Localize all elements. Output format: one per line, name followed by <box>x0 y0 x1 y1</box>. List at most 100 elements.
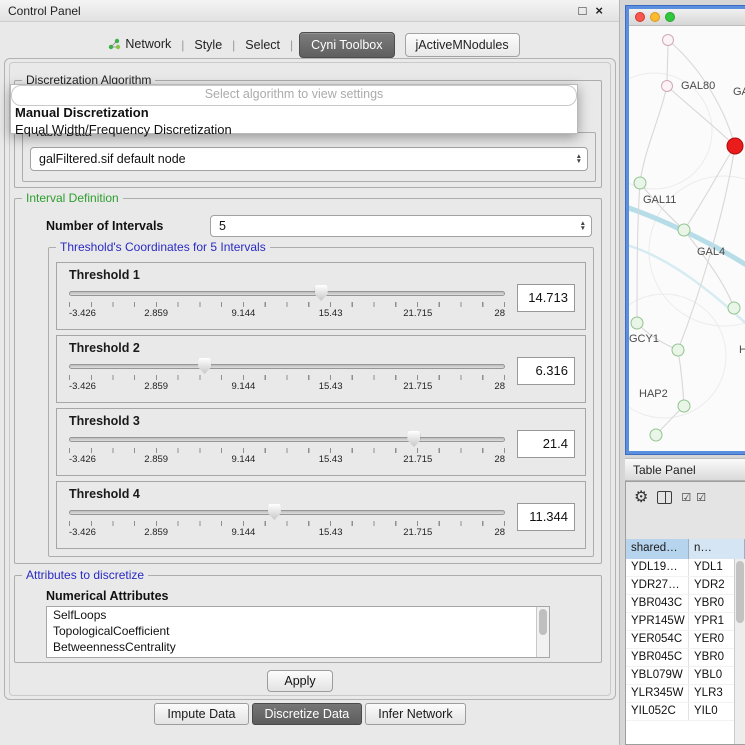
tab-label: Style <box>194 38 222 52</box>
close-icon[interactable]: × <box>595 4 603 17</box>
slider-scale-label: 28 <box>494 527 505 538</box>
threshold-row: -3.4262.8599.14415.4321.71528 21.4 <box>69 429 575 469</box>
table-row[interactable]: YBR043CYBR0 <box>626 595 734 613</box>
threshold-slider[interactable]: -3.4262.8599.14415.4321.71528 <box>69 502 505 542</box>
network-node-green[interactable] <box>672 344 685 357</box>
table-row[interactable]: YDR27…YDR2 <box>626 577 734 595</box>
threshold-box: Threshold 4-3.4262.8599.14415.4321.71528… <box>56 481 586 549</box>
number-of-intervals-label: Number of Intervals <box>46 219 163 233</box>
checkbox-select-icons[interactable]: ☑ ☑ <box>681 491 707 504</box>
table-scrollbar-thumb[interactable] <box>736 561 744 623</box>
apply-button[interactable]: Apply <box>267 670 333 692</box>
network-node-green[interactable] <box>634 177 647 190</box>
table-cell: YER0 <box>689 631 734 648</box>
slider-thumb[interactable] <box>315 285 328 301</box>
slider-ticks <box>69 375 505 380</box>
slider-scale-label: 2.859 <box>144 527 168 538</box>
interval-definition-group-title: Interval Definition <box>22 191 123 205</box>
threshold-row: -3.4262.8599.14415.4321.7152811.344 <box>69 502 575 542</box>
table-row[interactable]: YDL19…YDL1 <box>626 559 734 577</box>
slider-ticks <box>69 448 505 453</box>
slider-scale-label: 15.43 <box>319 454 343 465</box>
list-scrollbar-thumb[interactable] <box>539 609 547 635</box>
table-cell: YIL0 <box>689 703 734 720</box>
network-node-green[interactable] <box>678 400 691 413</box>
tab-cyni-toolbox[interactable]: Cyni Toolbox <box>299 32 394 58</box>
float-window-icon[interactable]: □ <box>579 4 587 17</box>
attribute-item[interactable]: SelfLoops <box>47 607 549 623</box>
control-panel: Control Panel □ × Network|Style|Select|C… <box>0 0 620 745</box>
slider-thumb[interactable] <box>407 431 420 447</box>
screen: Control Panel □ × Network|Style|Select|C… <box>0 0 745 745</box>
network-node-label: HAP2 <box>639 388 668 400</box>
network-node-green[interactable] <box>650 429 663 442</box>
stepper-down-icon: ▼ <box>580 226 586 231</box>
algorithm-placeholder[interactable]: Select algorithm to view settings <box>11 85 577 104</box>
threshold-value-field[interactable]: 6.316 <box>517 357 575 385</box>
network-canvas[interactable]: GAL80GAGAL11GAL4GCY1HHAP2 <box>629 26 745 451</box>
threshold-value-field[interactable]: 21.4 <box>517 430 575 458</box>
network-node-pink[interactable] <box>661 80 673 92</box>
columns-icon[interactable] <box>657 491 672 504</box>
threshold-value-field[interactable]: 14.713 <box>517 284 575 312</box>
zoom-traffic-light-icon[interactable] <box>665 12 675 22</box>
threshold-slider[interactable]: -3.4262.8599.14415.4321.71528 <box>69 356 505 396</box>
bottom-tab-infer-network[interactable]: Infer Network <box>365 703 465 725</box>
algorithm-option-equal-width-frequency[interactable]: Equal Width/Frequency Discretization <box>11 121 577 138</box>
table-row[interactable]: YPR145WYPR1 <box>626 613 734 631</box>
attribute-item[interactable]: TopologicalCoefficient <box>47 623 549 639</box>
threshold-box: Threshold 1-3.4262.8599.14415.4321.71528… <box>56 262 586 330</box>
stepper-icon: ▲ ▼ <box>576 154 582 164</box>
bottom-tab-impute-data[interactable]: Impute Data <box>154 703 248 725</box>
algorithm-option-manual-discretization[interactable]: Manual Discretization <box>11 104 577 121</box>
column-header-shared-name[interactable]: shared… <box>626 539 689 559</box>
slider-ticks <box>69 302 505 307</box>
slider-scale-label: 9.144 <box>232 381 256 392</box>
table-cell: YBR0 <box>689 595 734 612</box>
slider-scale: -3.4262.8599.14415.4321.71528 <box>69 381 505 393</box>
tab-jactivemnodules[interactable]: jActiveMNodules <box>405 33 520 57</box>
slider-thumb[interactable] <box>198 358 211 374</box>
number-of-intervals-select[interactable]: 5 ▲ ▼ <box>210 215 592 237</box>
close-traffic-light-icon[interactable] <box>635 12 645 22</box>
threshold-box: Threshold 2-3.4262.8599.14415.4321.71528… <box>56 335 586 403</box>
threshold-slider[interactable]: -3.4262.8599.14415.4321.71528 <box>69 283 505 323</box>
network-node-label: GCY1 <box>629 333 659 345</box>
top-tab-bar: Network|Style|Select|Cyni ToolboxjActive… <box>0 30 619 60</box>
bottom-tab-bar: Impute DataDiscretize DataInfer Network <box>0 703 620 727</box>
numerical-attributes-list[interactable]: SelfLoopsTopologicalCoefficientBetweenne… <box>46 606 550 658</box>
slider-thumb[interactable] <box>268 504 281 520</box>
table-row[interactable]: YLR345WYLR3 <box>626 685 734 703</box>
table-cell: YDR2 <box>689 577 734 594</box>
network-node-pink[interactable] <box>662 34 674 46</box>
list-scrollbar[interactable] <box>536 607 549 657</box>
network-node-green[interactable] <box>678 224 691 237</box>
attribute-item[interactable]: BetweennessCentrality <box>47 639 549 655</box>
table-row[interactable]: YIL052CYIL0 <box>626 703 734 721</box>
slider-scale: -3.4262.8599.14415.4321.71528 <box>69 454 505 466</box>
table-row[interactable]: YBL079WYBL0 <box>626 667 734 685</box>
network-node-label: GAL80 <box>681 80 715 92</box>
threshold-slider[interactable]: -3.4262.8599.14415.4321.71528 <box>69 429 505 469</box>
table-row[interactable]: YER054CYER0 <box>626 631 734 649</box>
column-header-name[interactable]: n… <box>689 539 745 559</box>
tab-style[interactable]: Style <box>185 34 231 56</box>
minimize-traffic-light-icon[interactable] <box>650 12 660 22</box>
bottom-tab-discretize-data[interactable]: Discretize Data <box>252 703 363 725</box>
table-scrollbar[interactable] <box>734 559 745 744</box>
gear-icon[interactable]: ⚙ <box>634 487 648 507</box>
table-cell: YLR345W <box>626 685 689 702</box>
slider-scale-label: 9.144 <box>232 527 256 538</box>
network-node-red[interactable] <box>727 138 744 155</box>
network-node-green[interactable] <box>728 302 741 315</box>
threshold-label: Threshold 3 <box>69 414 575 428</box>
table-cell: YIL052C <box>626 703 689 720</box>
threshold-row: -3.4262.8599.14415.4321.71528 14.713 <box>69 283 575 323</box>
table-row[interactable]: YBR045CYBR0 <box>626 649 734 667</box>
tab-network[interactable]: Network <box>99 33 180 57</box>
table-data-select[interactable]: galFiltered.sif default node ▲ ▼ <box>30 147 588 171</box>
table-cell: YBR045C <box>626 649 689 666</box>
tab-select[interactable]: Select <box>236 34 289 56</box>
network-node-green[interactable] <box>631 317 644 330</box>
threshold-value-field[interactable]: 11.344 <box>517 503 575 531</box>
